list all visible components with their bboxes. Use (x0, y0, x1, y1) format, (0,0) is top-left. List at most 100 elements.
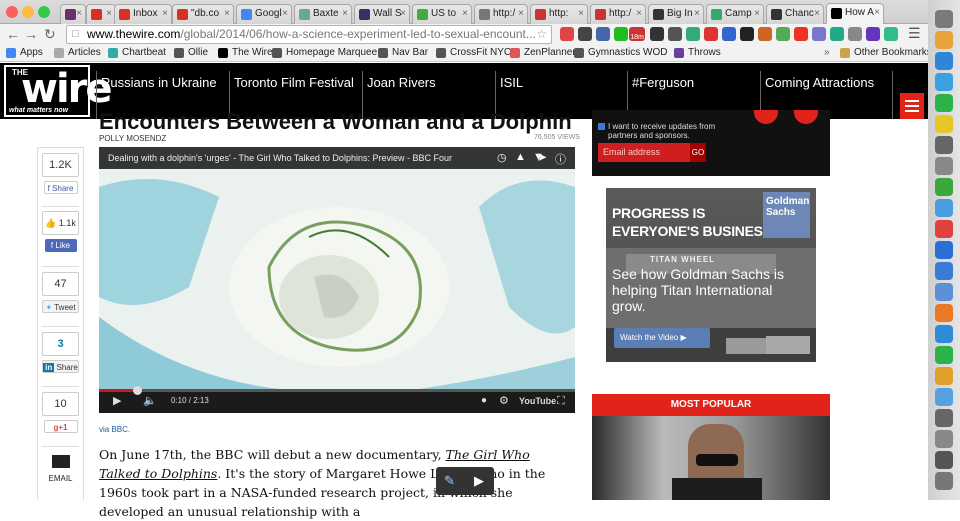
extension-icon[interactable] (866, 27, 880, 41)
dock-app-icon[interactable] (935, 199, 953, 217)
close-tab-icon[interactable]: × (76, 5, 82, 23)
browser-tab[interactable]: "db.co × (172, 4, 234, 24)
browser-tab[interactable]: http:/× (474, 4, 528, 24)
close-tab-icon[interactable]: × (106, 5, 112, 23)
email-input[interactable]: Email address (598, 143, 690, 162)
dock-app-icon[interactable] (935, 10, 953, 28)
browser-tab[interactable]: http:/× (590, 4, 646, 24)
dock-app-icon[interactable] (935, 388, 953, 406)
close-tab-icon[interactable]: × (694, 5, 700, 23)
extension-icon[interactable] (560, 27, 574, 41)
extension-icon[interactable] (686, 27, 700, 41)
close-tab-icon[interactable]: × (636, 5, 642, 23)
article-author[interactable]: POLLY MOSENDZ (99, 134, 166, 143)
extension-icon[interactable] (884, 27, 898, 41)
watch-video-button[interactable]: Watch the Video ▶ (614, 328, 710, 348)
close-tab-icon[interactable]: × (578, 5, 584, 23)
site-logo[interactable]: THE wire what matters now (4, 65, 113, 117)
dock-app-icon[interactable] (935, 52, 953, 70)
browser-tab[interactable]: US to × (412, 4, 472, 24)
browser-tab[interactable]: Inbox × (114, 4, 172, 24)
dock-app-icon[interactable] (935, 409, 953, 427)
dock-app-icon[interactable] (935, 304, 953, 322)
facebook-share-button[interactable]: f Share (43, 181, 78, 194)
browser-tab[interactable]: × (60, 4, 86, 24)
like-icon[interactable]: ▲ (515, 151, 526, 163)
close-tab-icon[interactable]: × (754, 5, 760, 23)
gplus-button[interactable]: g+1 (43, 420, 78, 433)
goldman-sachs-ad[interactable]: PROGRESS IS EVERYONE'S BUSINESS Goldman … (606, 188, 816, 362)
close-tab-icon[interactable]: × (462, 5, 468, 23)
browser-tab[interactable]: Wall S × (354, 4, 410, 24)
tweet-button[interactable]: ✦ Tweet (42, 300, 79, 313)
close-tab-icon[interactable]: × (400, 5, 406, 23)
zoom-window-button[interactable] (38, 6, 50, 18)
hamburger-menu-button[interactable] (900, 93, 924, 119)
youtube-logo-icon[interactable]: YouTube (519, 389, 556, 413)
video-scrubber-handle[interactable] (133, 386, 143, 395)
browser-tab[interactable]: http: × (530, 4, 588, 24)
video-progress-bar[interactable] (99, 386, 575, 395)
menu-icon[interactable]: ☰ (908, 24, 921, 42)
forward-icon[interactable]: → (24, 25, 38, 43)
extension-icon[interactable] (776, 27, 790, 41)
back-icon[interactable]: ← (6, 25, 20, 43)
facebook-like-button[interactable]: f Like (44, 239, 77, 252)
bookmark-item[interactable]: ZenPlanner (510, 46, 576, 60)
browser-tab[interactable]: Chanc × (766, 4, 824, 24)
extension-icon[interactable] (614, 27, 628, 41)
play-icon[interactable]: ▶ (113, 389, 121, 413)
minimize-window-button[interactable] (22, 6, 34, 18)
dock-app-icon[interactable] (935, 325, 953, 343)
extension-icon[interactable] (848, 27, 862, 41)
dock-app-icon[interactable] (935, 94, 953, 112)
bookmark-item[interactable]: Chartbeat (108, 46, 166, 60)
close-tab-icon[interactable]: × (874, 4, 880, 22)
dock-app-icon[interactable] (935, 346, 953, 364)
dock-app-icon[interactable] (935, 262, 953, 280)
dock-app-icon[interactable] (935, 367, 953, 385)
via-bbc-link[interactable]: via BBC. (99, 425, 130, 434)
other-bookmarks-folder[interactable]: Other Bookmarks (840, 46, 932, 60)
most-popular-image[interactable] (592, 416, 830, 500)
dock-app-icon[interactable] (935, 31, 953, 49)
fullscreen-icon[interactable]: ⛶ (557, 389, 565, 413)
extension-icon[interactable] (758, 27, 772, 41)
browser-tab[interactable]: Baxte × (294, 4, 352, 24)
dock-app-icon[interactable] (935, 241, 953, 259)
bookmark-star-icon[interactable]: ☆ (536, 26, 547, 43)
info-icon[interactable]: ⓘ (555, 151, 566, 167)
bookmark-item[interactable]: Gymnastics WOD (574, 46, 667, 60)
share-icon[interactable]: ➤ (537, 150, 547, 164)
mute-icon[interactable]: 🔈 (143, 389, 157, 413)
extension-icon[interactable] (794, 27, 808, 41)
partner-updates-checkbox[interactable] (598, 123, 605, 130)
address-bar[interactable]: □ www.thewire.com/global/2014/06/how-a-s… (66, 25, 552, 44)
close-window-button[interactable] (6, 6, 18, 18)
close-tab-icon[interactable]: × (224, 5, 230, 23)
browser-tab[interactable]: Big In × (648, 4, 704, 24)
bookmark-item[interactable]: Nav Bar (378, 46, 428, 60)
dock-app-icon[interactable] (935, 451, 953, 469)
dock-app-icon[interactable] (935, 283, 953, 301)
close-tab-icon[interactable]: × (282, 5, 288, 23)
browser-tab[interactable]: × (86, 4, 116, 24)
dock-app-icon[interactable] (935, 220, 953, 238)
linkedin-share-button[interactable]: in Share (42, 360, 79, 373)
bookmark-item[interactable]: Homepage Marquee (272, 46, 377, 60)
bookmark-item[interactable]: The Wire (218, 46, 273, 60)
extension-icon[interactable] (722, 27, 736, 41)
video-player[interactable]: Dealing with a dolphin's 'urges' - The G… (99, 147, 575, 413)
browser-tab[interactable]: Googl × (236, 4, 292, 24)
go-button[interactable]: GO (690, 143, 706, 162)
settings-gear-icon[interactable]: ⚙ (499, 389, 509, 413)
extension-icon[interactable] (740, 27, 754, 41)
dock-app-icon[interactable] (935, 115, 953, 133)
dock-app-icon[interactable] (935, 430, 953, 448)
bookmark-item[interactable]: Articles (54, 46, 101, 60)
close-tab-icon[interactable]: × (342, 5, 348, 23)
close-tab-icon[interactable]: × (162, 5, 168, 23)
dock-app-icon[interactable] (935, 73, 953, 91)
captions-icon[interactable]: ● (481, 389, 487, 413)
browser-tab[interactable]: How A × (826, 3, 884, 25)
